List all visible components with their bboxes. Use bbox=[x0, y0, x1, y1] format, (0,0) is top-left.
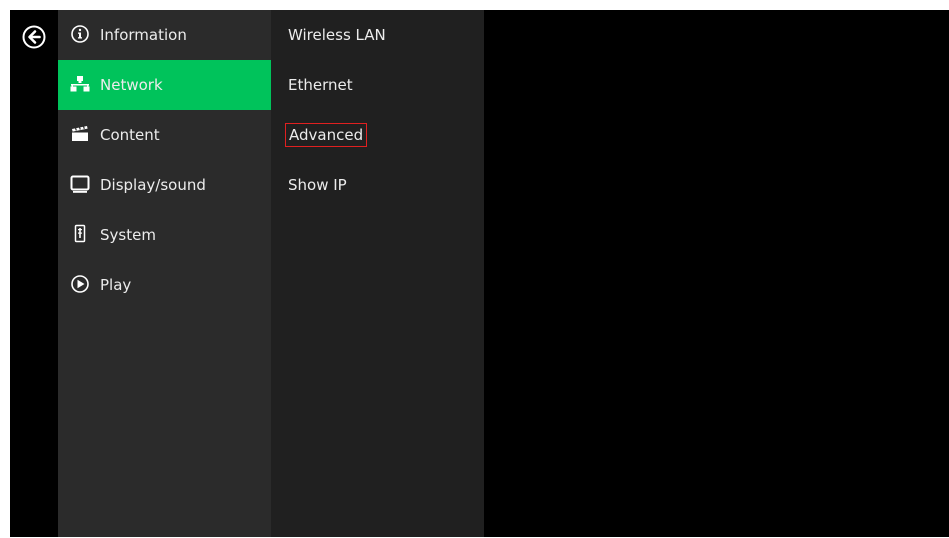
monitor-icon bbox=[70, 174, 90, 194]
info-icon bbox=[70, 24, 90, 44]
menu-item-content[interactable]: Content bbox=[58, 110, 271, 160]
play-icon bbox=[70, 274, 90, 294]
system-icon bbox=[70, 224, 90, 244]
menu-item-network-label: Network bbox=[100, 76, 163, 94]
menu-item-display-sound-label: Display/sound bbox=[100, 176, 206, 194]
menu-item-system-label: System bbox=[100, 226, 156, 244]
menu-item-information-label: Information bbox=[100, 26, 187, 44]
main-menu: Information Network Content Display/soun… bbox=[58, 10, 271, 537]
submenu-item-advanced[interactable]: Advanced bbox=[285, 123, 368, 147]
clapperboard-icon bbox=[70, 124, 90, 144]
menu-item-system[interactable]: System bbox=[58, 210, 271, 260]
submenu-item-show-ip[interactable]: Show IP bbox=[285, 173, 350, 197]
back-button[interactable] bbox=[22, 25, 46, 49]
menu-item-information[interactable]: Information bbox=[58, 10, 271, 60]
menu-item-play-label: Play bbox=[100, 276, 132, 294]
menu-item-display-sound[interactable]: Display/sound bbox=[58, 160, 271, 210]
network-submenu: Wireless LAN Ethernet Advanced Show IP bbox=[271, 10, 484, 537]
menu-item-network[interactable]: Network bbox=[58, 60, 271, 110]
submenu-item-ethernet[interactable]: Ethernet bbox=[285, 73, 356, 97]
network-icon bbox=[70, 74, 90, 94]
menu-item-content-label: Content bbox=[100, 126, 160, 144]
submenu-item-wireless-lan[interactable]: Wireless LAN bbox=[285, 23, 389, 47]
settings-screen: Information Network Content Display/soun… bbox=[10, 10, 949, 537]
menu-item-play[interactable]: Play bbox=[58, 260, 271, 310]
back-arrow-icon bbox=[22, 25, 46, 49]
